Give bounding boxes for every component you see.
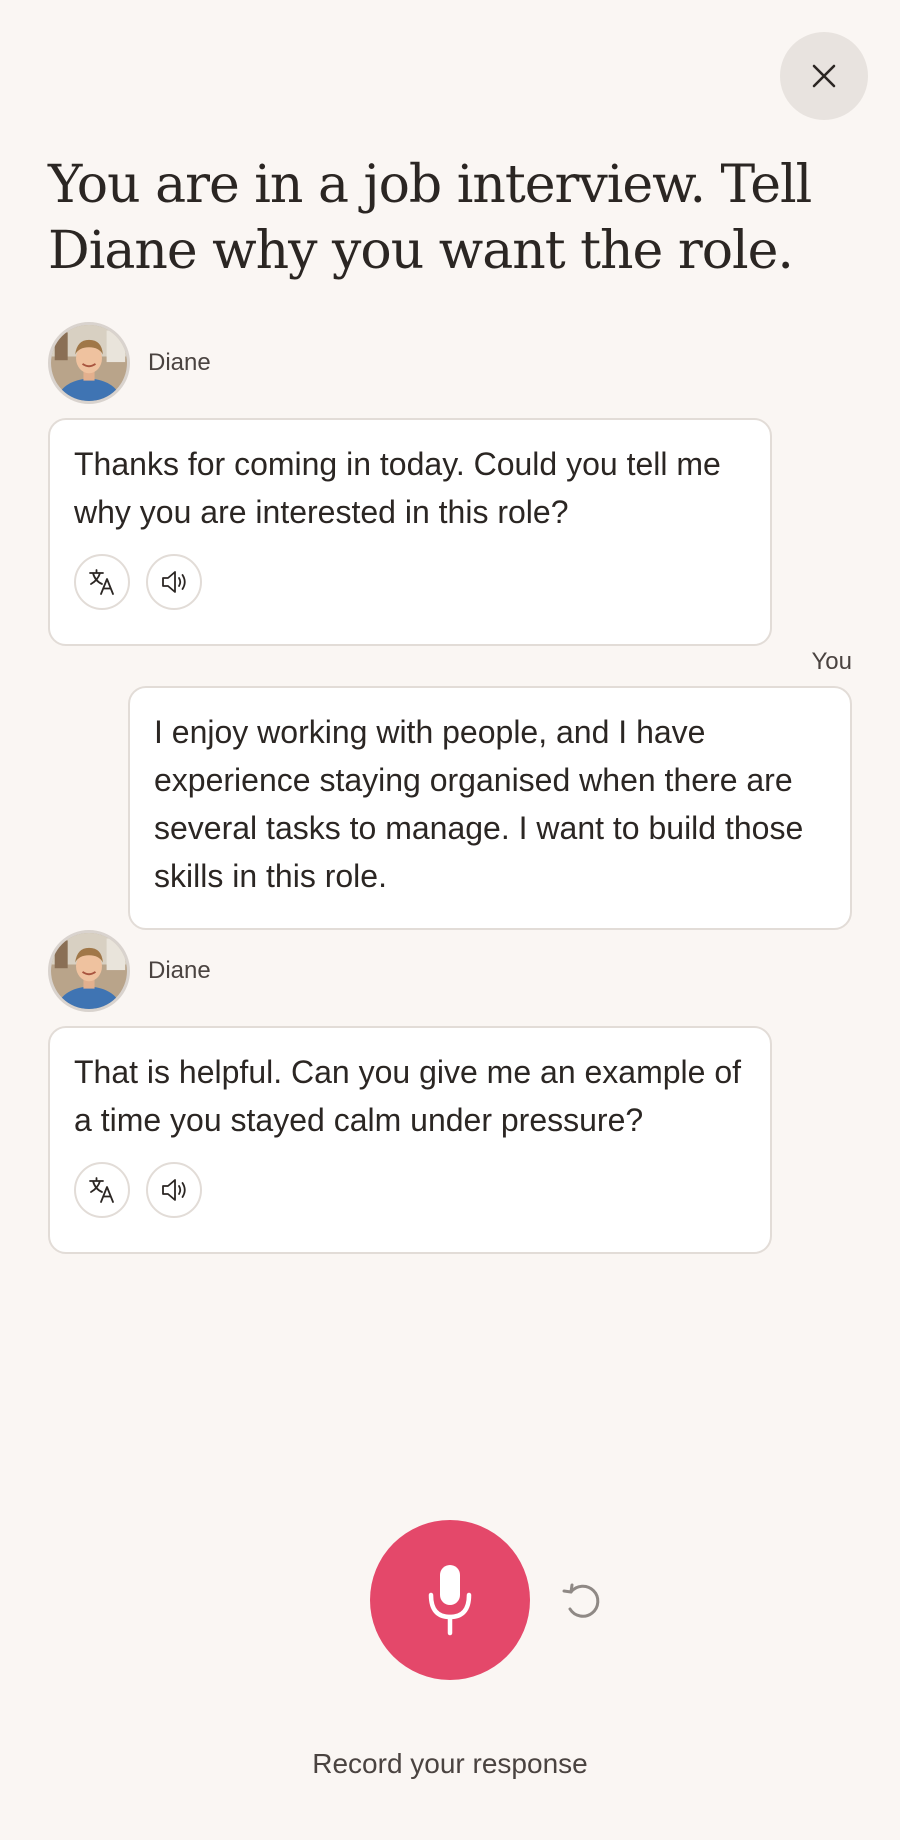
partner-message-bubble: Thanks for coming in today. Could you te… — [48, 418, 772, 646]
avatar-image — [51, 325, 127, 401]
message-actions — [74, 1162, 746, 1218]
speaker-diane: Diane — [48, 930, 211, 1012]
message-text: That is helpful. Can you give me an exam… — [74, 1054, 742, 1138]
speaker-diane: Diane — [48, 322, 211, 404]
speaker-name: Diane — [148, 349, 211, 376]
retry-button[interactable] — [558, 1578, 606, 1626]
prompt-title: You are in a job interview. Tell Diane w… — [48, 155, 812, 281]
message-text: Thanks for coming in today. Could you te… — [74, 446, 721, 530]
message-text: I enjoy working with people, and I have … — [154, 714, 804, 894]
close-icon — [812, 64, 836, 88]
translate-icon — [89, 1177, 114, 1203]
play-audio-button[interactable] — [146, 554, 202, 610]
avatar-image — [51, 933, 127, 1009]
record-label: Record your response — [312, 1748, 588, 1779]
avatar — [48, 930, 130, 1012]
user-message-bubble: I enjoy working with people, and I have … — [128, 686, 852, 930]
record-button[interactable] — [370, 1520, 530, 1680]
microphone-icon — [428, 1565, 472, 1636]
message-actions — [74, 554, 746, 610]
retry-icon — [562, 1583, 600, 1618]
speaker-icon — [162, 1179, 186, 1201]
avatar — [48, 322, 130, 404]
speaker-icon — [162, 571, 186, 593]
translate-button[interactable] — [74, 554, 130, 610]
translate-button[interactable] — [74, 1162, 130, 1218]
speaker-name: Diane — [148, 957, 211, 984]
partner-message-bubble: That is helpful. Can you give me an exam… — [48, 1026, 772, 1254]
close-button[interactable] — [780, 32, 868, 120]
play-audio-button[interactable] — [146, 1162, 202, 1218]
translate-icon — [89, 569, 114, 595]
speaker-name-you: You — [811, 648, 853, 675]
